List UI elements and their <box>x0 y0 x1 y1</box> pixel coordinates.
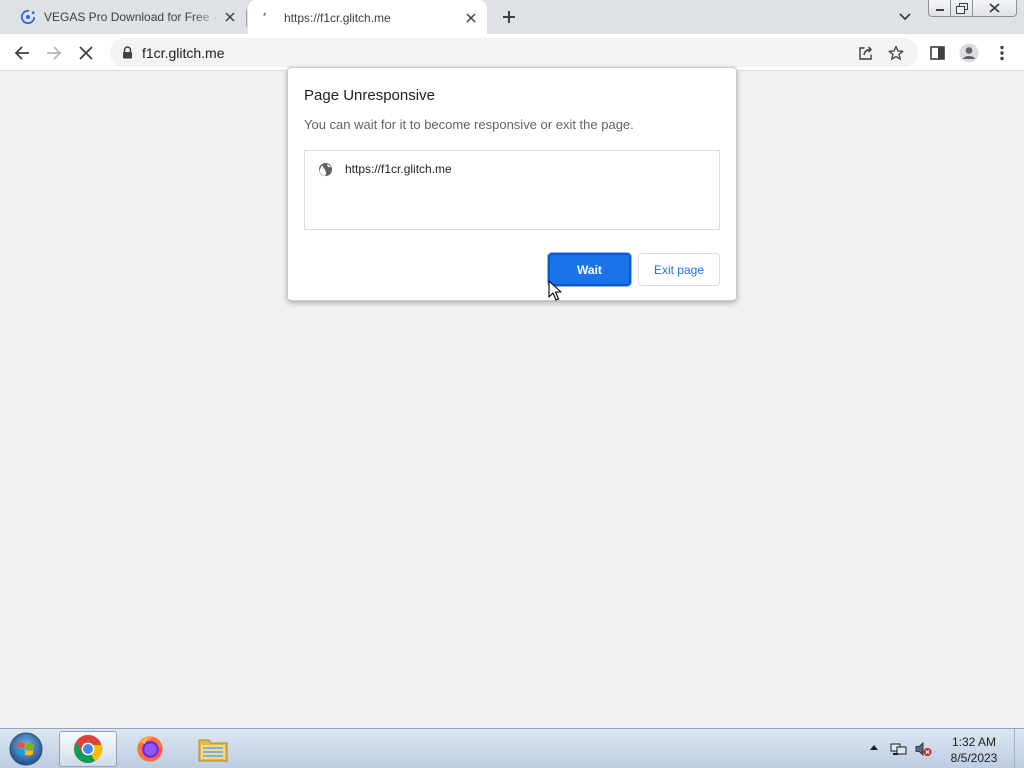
forward-button[interactable] <box>41 40 67 66</box>
folder-icon <box>198 739 228 762</box>
url-text: f1cr.glitch.me <box>142 44 225 61</box>
window-close-button[interactable] <box>973 0 1017 17</box>
taskbar-firefox[interactable] <box>121 731 179 767</box>
dialog-message: You can wait for it to become responsive… <box>304 117 634 132</box>
tab-close-icon[interactable] <box>220 7 240 27</box>
tab-title: VEGAS Pro Download for Free - 2 <box>44 10 220 24</box>
chevron-down-icon <box>899 13 911 21</box>
lock-icon[interactable] <box>120 46 134 60</box>
tab-strip: VEGAS Pro Download for Free - 2 https://… <box>0 0 1024 35</box>
tab-glitch[interactable]: https://f1cr.glitch.me <box>248 0 487 35</box>
show-hidden-icons-button[interactable] <box>868 741 880 753</box>
chrome-icon <box>74 734 103 763</box>
page-unresponsive-dialog: Page Unresponsive You can wait for it to… <box>287 67 737 301</box>
show-desktop-button[interactable] <box>1014 729 1024 768</box>
arrow-right-icon <box>47 46 62 60</box>
dialog-title: Page Unresponsive <box>304 87 435 104</box>
minimize-icon <box>935 9 944 11</box>
windows-taskbar: 1:32 AM 8/5/2023 <box>0 728 1024 768</box>
network-icon[interactable] <box>889 740 907 758</box>
bookmark-star-icon[interactable] <box>886 43 906 63</box>
clock-date: 8/5/2023 <box>950 751 998 765</box>
stop-icon <box>79 46 93 60</box>
firefox-icon <box>137 736 163 762</box>
site-favicon-icon <box>20 9 36 25</box>
plus-icon <box>503 11 515 23</box>
mouse-cursor-icon <box>548 280 562 301</box>
start-button[interactable] <box>6 730 46 768</box>
chevron-up-icon <box>870 745 878 750</box>
minimize-button[interactable] <box>928 0 951 17</box>
loading-spinner-icon <box>260 10 276 26</box>
close-icon <box>989 3 1000 13</box>
taskbar-file-explorer[interactable] <box>184 731 242 767</box>
globe-icon <box>317 161 333 177</box>
tab-separator <box>246 10 247 26</box>
restore-button[interactable] <box>951 0 973 17</box>
browser-toolbar: f1cr.glitch.me <box>0 34 1024 71</box>
share-icon[interactable] <box>856 43 876 63</box>
tab-search-button[interactable] <box>895 7 915 27</box>
window-controls <box>928 0 1018 18</box>
kebab-menu-icon <box>1000 45 1004 61</box>
volume-muted-icon[interactable] <box>914 740 932 758</box>
page-url: https://f1cr.glitch.me <box>345 162 452 176</box>
address-bar[interactable]: f1cr.glitch.me <box>110 38 918 67</box>
tab-vegas-pro[interactable]: VEGAS Pro Download for Free - 2 <box>8 0 246 34</box>
restore-icon <box>955 2 968 14</box>
side-panel-button[interactable] <box>924 40 950 66</box>
side-panel-icon <box>929 46 945 60</box>
windows-logo-icon <box>9 732 43 766</box>
taskbar-chrome[interactable] <box>59 731 117 767</box>
unresponsive-page-list: https://f1cr.glitch.me <box>304 150 720 230</box>
arrow-left-icon <box>14 46 29 60</box>
back-button[interactable] <box>9 40 35 66</box>
taskbar-clock[interactable]: 1:32 AM 8/5/2023 <box>944 734 1004 766</box>
stop-button[interactable] <box>73 40 99 66</box>
new-tab-button[interactable] <box>498 6 520 28</box>
tab-close-icon[interactable] <box>461 8 481 28</box>
menu-button[interactable] <box>989 40 1015 66</box>
list-item: https://f1cr.glitch.me <box>317 161 452 177</box>
exit-page-button[interactable]: Exit page <box>638 253 720 286</box>
profile-button[interactable] <box>956 40 982 66</box>
tab-title: https://f1cr.glitch.me <box>284 10 391 25</box>
clock-time: 1:32 AM <box>951 735 997 749</box>
avatar-icon <box>959 43 979 63</box>
